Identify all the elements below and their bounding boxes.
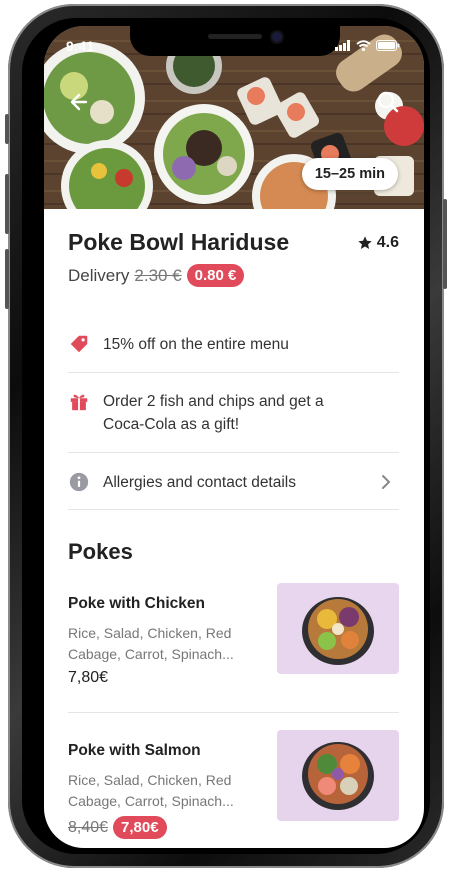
power-button	[443, 199, 447, 289]
wifi-icon	[356, 40, 371, 51]
menu-item-price-row: 7,80€	[68, 669, 108, 687]
menu-item-name: Poke with Chicken	[68, 595, 205, 612]
status-icons	[335, 40, 400, 51]
app-screen: 9:41 15–25 min Poke Bowl Hariduse 4.6 De…	[44, 26, 424, 848]
menu-item-old-price: 8,40€	[68, 818, 109, 836]
chevron-right-icon	[382, 475, 391, 489]
star-icon	[358, 235, 372, 249]
rating-value: 4.6	[376, 233, 399, 251]
divider	[68, 712, 399, 713]
signal-icon	[335, 40, 350, 51]
menu-item-desc-line2: Cabage, Carrot, Spinach...	[68, 646, 234, 662]
battery-icon	[376, 40, 400, 51]
menu-item-description: Rice, Salad, Chicken, Red Cabage, Carrot…	[68, 623, 258, 665]
menu-item[interactable]: Poke with Chicken Rice, Salad, Chicken, …	[68, 583, 399, 695]
menu-item-price-row: 8,40€ 7,80€	[68, 816, 167, 839]
tag-icon	[70, 335, 88, 353]
silent-switch	[5, 114, 9, 144]
rating: 4.6	[357, 234, 399, 252]
delivery-row: Delivery 2.30 € 0.80 €	[68, 264, 245, 287]
menu-item-description: Rice, Salad, Chicken, Red Cabage, Carrot…	[68, 770, 258, 812]
restaurant-name: Poke Bowl Hariduse	[68, 229, 290, 255]
gift-icon	[70, 394, 88, 411]
menu-section-title: Pokes	[68, 539, 133, 564]
search-icon	[377, 91, 399, 113]
offer-gift-line1: Order 2 fish and chips and get a	[103, 393, 324, 410]
menu-item-photo	[277, 583, 399, 674]
status-time: 9:41	[66, 38, 95, 54]
offer-gift: Order 2 fish and chips and get a Coca-Co…	[68, 390, 399, 436]
volume-down-button	[5, 249, 9, 309]
menu-item-desc-line2: Cabage, Carrot, Spinach...	[68, 793, 234, 809]
divider	[68, 372, 399, 373]
search-button[interactable]	[374, 88, 402, 116]
volume-up-button	[5, 174, 9, 234]
back-button[interactable]	[66, 88, 94, 116]
notch	[130, 26, 340, 56]
menu-item-price: 7,80€	[68, 669, 109, 686]
speaker	[208, 34, 262, 39]
offer-discount-text: 15% off on the entire menu	[103, 336, 289, 353]
offer-gift-line2: Coca-Cola as a gift!	[103, 416, 240, 433]
delivery-price-badge: 0.80 €	[186, 264, 245, 287]
menu-item-name: Poke with Salmon	[68, 742, 201, 759]
delivery-old-price: 2.30 €	[134, 265, 182, 285]
divider	[68, 509, 399, 510]
poke-bowl-image	[277, 730, 399, 821]
arrow-left-icon	[70, 93, 88, 111]
menu-item-photo	[277, 730, 399, 821]
eta-badge: 15–25 min	[301, 158, 398, 190]
allergies-text: Allergies and contact details	[103, 474, 297, 491]
menu-item[interactable]: Poke with Salmon Rice, Salad, Chicken, R…	[68, 730, 399, 842]
menu-item-desc-line1: Rice, Salad, Chicken, Red	[68, 625, 232, 641]
poke-bowl-image	[277, 583, 399, 674]
allergies-row[interactable]: Allergies and contact details	[68, 471, 399, 494]
delivery-label: Delivery	[68, 265, 130, 285]
offer-discount: 15% off on the entire menu	[68, 333, 399, 356]
menu-item-discount-price: 7,80€	[113, 816, 167, 839]
divider	[68, 452, 399, 453]
menu-item-desc-line1: Rice, Salad, Chicken, Red	[68, 772, 232, 788]
front-camera	[272, 32, 282, 42]
title-row: Poke Bowl Hariduse 4.6	[68, 229, 399, 256]
info-icon	[69, 472, 89, 492]
